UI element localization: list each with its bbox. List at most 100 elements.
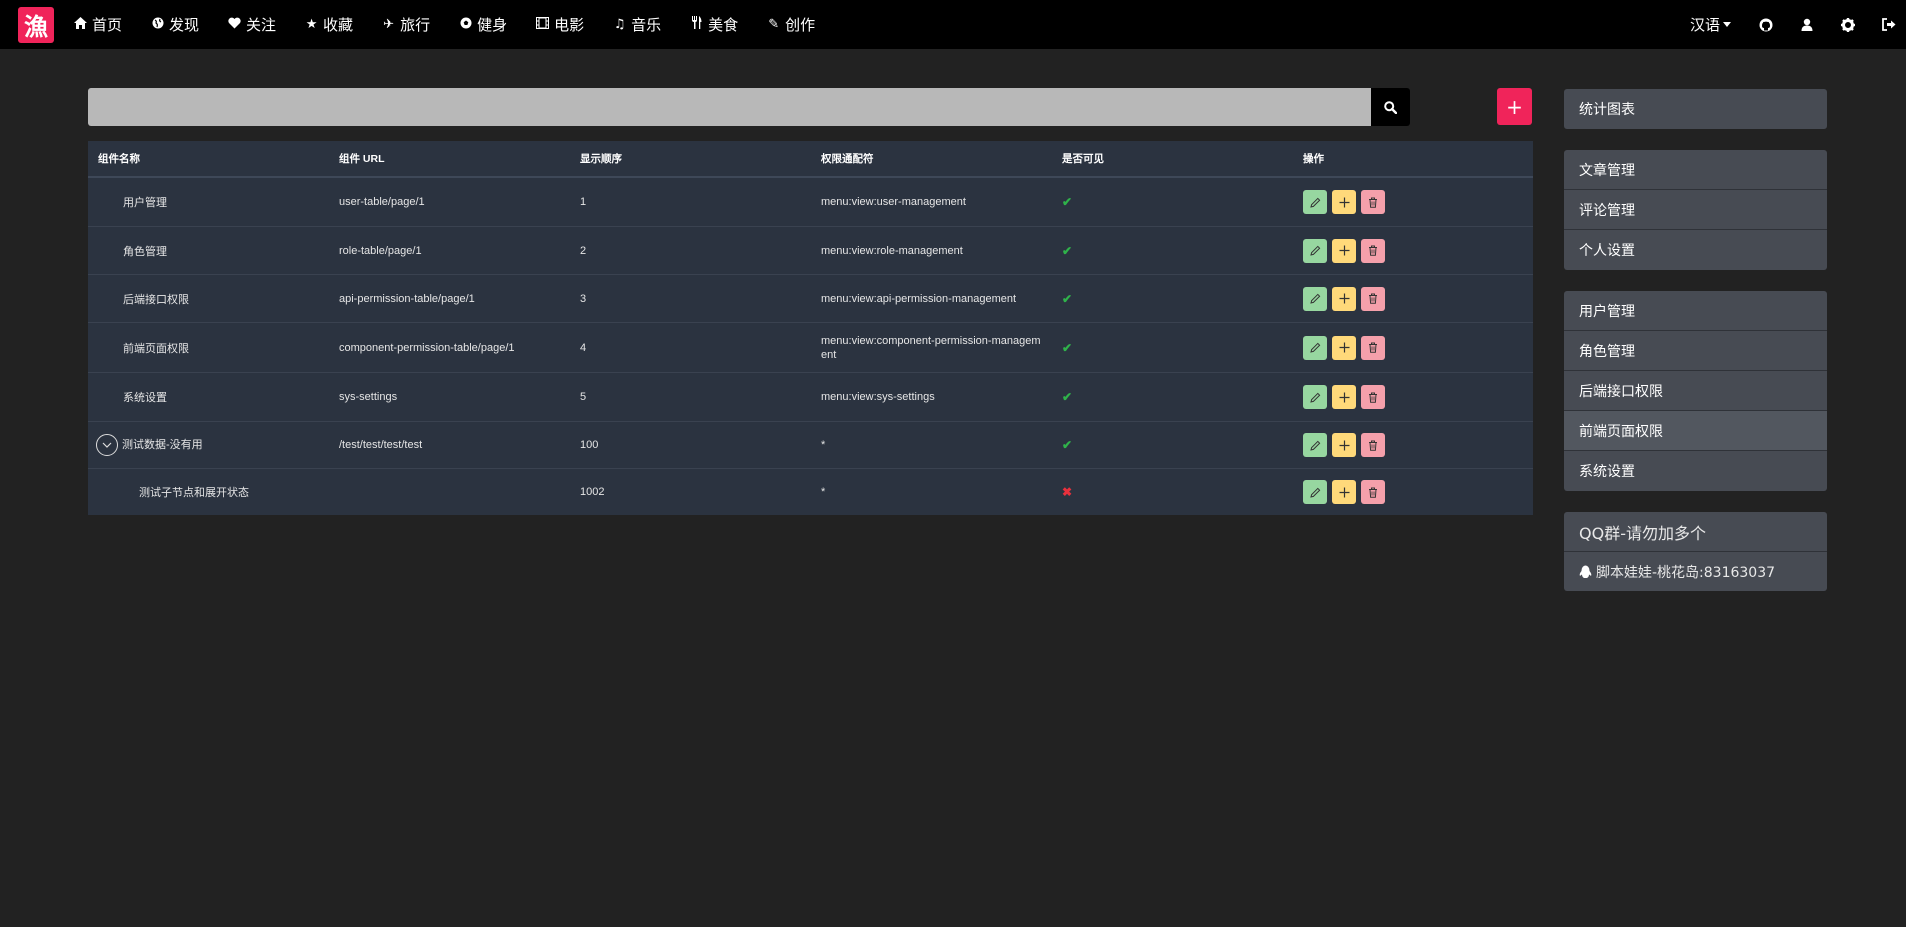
nav-item-travel[interactable]: ✈ 旅行 [382,14,430,35]
column-header[interactable]: 是否可见 [1052,151,1293,166]
edit-button[interactable] [1303,238,1327,263]
music-icon: ♫ [613,17,626,32]
sign-out-icon[interactable] [1882,18,1896,32]
cell-display-order: 100 [580,439,599,451]
pencil-icon [1309,245,1320,256]
cell-display-order: 1002 [580,486,605,498]
cell-actions [1293,385,1533,409]
plus-icon [1339,342,1349,353]
brand-logo[interactable]: 漁 [18,6,54,43]
column-header[interactable]: 显示顺序 [570,151,811,166]
gear-icon[interactable] [1841,17,1855,32]
user-icon[interactable] [1800,18,1814,32]
edit-button[interactable] [1303,433,1327,457]
qq-group-entry[interactable]: 脚本娃娃-桃花岛:83163037 [1564,552,1827,591]
delete-button[interactable] [1361,335,1385,360]
sidebar-item-comment-management[interactable]: 评论管理 [1564,190,1827,230]
check-icon: ✔ [1062,195,1073,209]
search-button[interactable] [1371,88,1410,126]
nav-item-follow[interactable]: 关注 [228,14,276,35]
nav-label: 收藏 [323,16,354,34]
plus-icon [1339,440,1349,450]
expand-toggle-icon[interactable] [96,434,118,456]
column-header: 操作 [1303,153,1324,165]
nav-item-fitness[interactable]: 健身 [459,14,507,35]
cell-component-name: 后端接口权限 [88,291,329,307]
cell-actions [1293,286,1533,311]
delete-button[interactable] [1361,190,1385,214]
add-child-button[interactable] [1332,238,1356,263]
nav-item-home[interactable]: 首页 [74,14,122,35]
sidebar-item-user-management[interactable]: 用户管理 [1564,291,1827,331]
row-actions [1303,433,1533,457]
cell-actions [1293,480,1533,504]
pencil-icon [1309,293,1320,304]
add-component-button[interactable]: + [1497,88,1532,125]
nav-item-movies[interactable]: 电影 [536,14,584,35]
add-child-button[interactable] [1332,286,1356,311]
sidebar-item-api-permission[interactable]: 后端接口权限 [1564,371,1827,411]
cell-component-url: sys-settings [339,391,398,403]
cell-visible: ✖ [1052,485,1293,499]
edit-button[interactable] [1303,385,1327,409]
trash-icon [1369,392,1377,403]
check-icon: ✔ [1062,243,1073,258]
add-child-button[interactable] [1332,385,1356,409]
cell-visible: ✔ [1052,292,1293,306]
column-header[interactable]: 组件 URL [329,151,570,166]
cell-visible: ✔ [1052,195,1293,209]
globe-icon [151,17,164,33]
add-child-button[interactable] [1332,190,1356,214]
row-name-text: 用户管理 [123,197,167,209]
delete-button[interactable] [1361,238,1385,263]
check-icon: ✔ [1062,438,1073,452]
edit-button[interactable] [1303,190,1327,214]
nav-item-discover[interactable]: 发现 [151,14,199,35]
plus-icon [1339,245,1349,256]
sidebar-item-component-permission[interactable]: 前端页面权限 [1564,411,1827,451]
trash-icon [1369,440,1377,451]
nav-label: 创作 [785,16,816,34]
delete-button[interactable] [1361,385,1385,409]
cell-component-name: 用户管理 [88,194,329,210]
delete-button[interactable] [1361,286,1385,311]
github-icon[interactable] [1759,18,1773,32]
cell-component-url: component-permission-table/page/1 [339,341,515,354]
cell-component-name: 系统设置 [88,389,329,405]
pencil-icon [1309,440,1320,451]
pencil-icon [1309,392,1320,403]
cell-actions [1293,190,1533,214]
sidebar-item-statistics-charts[interactable]: 统计图表 [1564,89,1827,129]
trash-icon [1369,293,1377,304]
edit-button[interactable] [1303,335,1327,360]
sidebar-item-role-management[interactable]: 角色管理 [1564,331,1827,371]
delete-button[interactable] [1361,480,1385,504]
cell-component-url: api-permission-table/page/1 [339,292,475,305]
column-header[interactable]: 权限通配符 [811,151,1052,166]
language-dropdown[interactable]: 汉语 [1690,14,1731,35]
sidebar-item-personal-settings[interactable]: 个人设置 [1564,230,1827,270]
add-child-button[interactable] [1332,480,1356,504]
edit-button[interactable] [1303,480,1327,504]
delete-button[interactable] [1361,433,1385,457]
nav-item-music[interactable]: ♫ 音乐 [613,14,661,35]
nav-item-favorites[interactable]: ★ 收藏 [305,14,353,35]
sidebar-item-system-settings[interactable]: 系统设置 [1564,451,1827,491]
nav-item-create[interactable]: ✎ 创作 [767,14,815,35]
component-permission-table: 组件名称 组件 URL 显示顺序 权限通配符 是否可见 操作 用户管理 user-… [88,141,1533,515]
cell-actions [1293,238,1533,263]
column-header[interactable]: 组件名称 [88,151,329,166]
cell-permission-wildcard: menu:view:api-permission-management [821,292,1017,305]
search-input[interactable] [88,88,1371,126]
sidebar-item-article-management[interactable]: 文章管理 [1564,150,1827,190]
add-child-button[interactable] [1332,433,1356,457]
qq-group-panel: QQ群-请勿加多个 脚本娃娃-桃花岛:83163037 [1564,512,1827,591]
table-row: 后端接口权限 api-permission-table/page/1 3 menu:v… [88,275,1533,323]
edit-button[interactable] [1303,286,1327,311]
cell-actions [1293,335,1533,360]
row-name-text: 前端页面权限 [123,342,189,355]
nav-item-food[interactable]: 美食 [690,14,738,35]
trash-icon [1369,245,1377,256]
cell-component-url: /test/test/test/test [339,439,423,451]
add-child-button[interactable] [1332,335,1356,360]
